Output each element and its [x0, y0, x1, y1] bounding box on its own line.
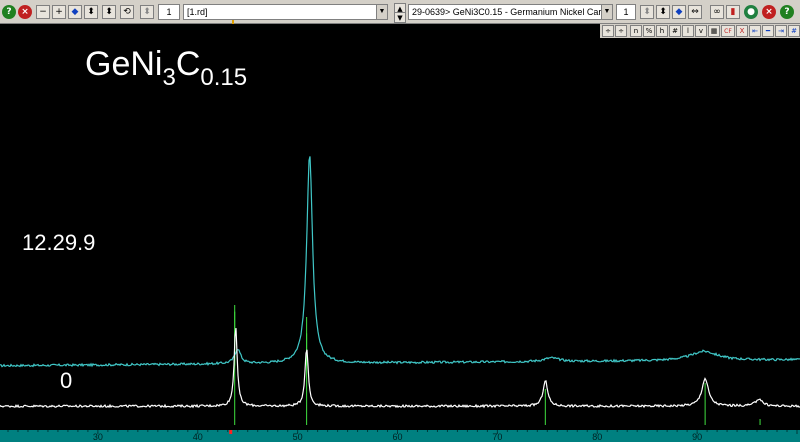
svg-text:GeNi3C0.15: GeNi3C0.15: [85, 45, 247, 91]
title-mid: C: [176, 45, 201, 83]
series-label-upper: 12.29.9: [22, 230, 95, 255]
x-tick-label: 70: [492, 432, 502, 442]
x-axis: 30 40 50 60 70 80 90: [7, 430, 798, 442]
x-tick-label: 80: [592, 432, 602, 442]
x-tick-label: 90: [692, 432, 702, 442]
diffraction-plot: GeNi3C0.15 12.29.9 0: [0, 45, 800, 425]
x-tick-label: 40: [193, 432, 203, 442]
series-label-lower: 0: [60, 368, 72, 393]
chart-title: GeNi3C0.15: [85, 45, 247, 91]
title-base: GeNi: [85, 45, 162, 83]
series-line-0: [0, 156, 800, 368]
title-sub2: 0.15: [200, 64, 247, 91]
series-line-1: [0, 328, 800, 409]
x-tick-label: 50: [293, 432, 303, 442]
cursor-position-marker: [229, 430, 233, 434]
x-tick-label: 60: [392, 432, 402, 442]
title-sub1: 3: [162, 64, 175, 91]
x-tick-label: 30: [93, 432, 103, 442]
